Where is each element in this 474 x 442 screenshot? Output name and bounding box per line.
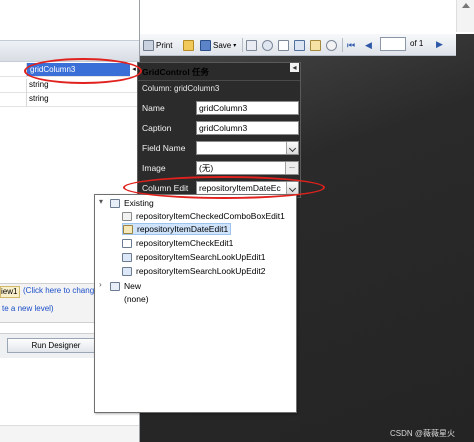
name-label: Name [142, 103, 165, 113]
row-indicator [0, 63, 27, 77]
item-label: repositoryItemCheckEdit1 [136, 238, 234, 248]
new-label: New [124, 281, 142, 291]
open-button[interactable] [183, 37, 196, 53]
date-edit-icon [123, 224, 133, 234]
list-item-none[interactable]: (none) [124, 293, 149, 305]
expand-icon[interactable]: › [99, 280, 107, 290]
grid-cell: string [29, 94, 49, 103]
annotation-ellipse [24, 58, 142, 84]
list-item[interactable]: repositoryItemSearchLookUpEdit1 [122, 251, 265, 263]
top-blank-area [140, 0, 474, 34]
toolbar-separator [242, 38, 243, 52]
tasks-title: GridControl 任务 [142, 67, 210, 77]
search-icon [262, 39, 273, 51]
list-item-selected[interactable]: repositoryItemDateEdit1 [122, 223, 232, 235]
page-count: of 1 [410, 39, 424, 48]
tasks-subtitle: Column: gridColumn3 [142, 84, 220, 93]
annotation-ellipse [123, 176, 325, 199]
page-icon [278, 39, 289, 51]
collapse-icon[interactable]: ▾ [99, 197, 107, 207]
pencil-icon [310, 39, 321, 51]
vertical-scrollbar[interactable] [456, 0, 474, 32]
image-field[interactable]: (无) ... [196, 161, 299, 175]
folder-icon [110, 281, 120, 291]
item-label: repositoryItemCheckedComboBoxEdit1 [136, 211, 285, 221]
save-label: Save [213, 40, 232, 50]
first-page-icon[interactable]: ⏮ [347, 37, 355, 53]
find-button[interactable] [262, 37, 275, 53]
zoom-button[interactable] [326, 37, 339, 53]
image-value: (无) [199, 163, 214, 173]
list-item[interactable]: repositoryItemSearchLookUpEdit2 [122, 265, 265, 277]
list-item[interactable]: repositoryItemCheckedComboBoxEdit1 [122, 210, 285, 222]
item-label: repositoryItemDateEdit1 [137, 224, 229, 234]
tasks-divider [138, 80, 300, 81]
envelope-icon [246, 39, 257, 51]
floppy-disk-icon [200, 39, 211, 51]
prev-page-icon[interactable]: ◀ [365, 37, 372, 53]
grid-cell: string [29, 80, 49, 89]
edit-button[interactable] [310, 37, 323, 53]
scroll-up-icon[interactable] [462, 3, 470, 8]
image-label: Image [142, 163, 166, 173]
item-label: repositoryItemSearchLookUpEdit2 [136, 266, 266, 276]
checked-combobox-icon [122, 211, 132, 221]
checkbox-icon [122, 238, 132, 248]
field-name-label: Field Name [142, 143, 186, 153]
name-field[interactable]: gridColumn3 [196, 101, 299, 115]
existing-label: Existing [124, 198, 154, 208]
next-page-icon[interactable]: ▶ [436, 39, 443, 50]
view-button[interactable] [278, 37, 291, 53]
watermark: CSDN @薇薇星火 [390, 429, 456, 438]
print-button[interactable]: Print [143, 37, 172, 53]
row-indicator [0, 93, 27, 107]
ellipsis-button[interactable]: ... [285, 162, 298, 174]
tree-node-new[interactable]: New [110, 280, 141, 292]
grid-row[interactable]: string [0, 93, 140, 107]
folder-icon [183, 39, 194, 51]
change-level-link[interactable]: (Click here to chang [23, 286, 94, 295]
search-lookup-icon [122, 266, 132, 276]
columns-icon [294, 39, 305, 51]
search-lookup-icon [122, 252, 132, 262]
caption-field[interactable]: gridColumn3 [196, 121, 299, 135]
chevron-down-icon[interactable] [286, 142, 298, 154]
caption-label: Caption [142, 123, 172, 133]
level-chip[interactable]: iew1 [0, 286, 20, 298]
save-button[interactable]: Save ▾ [200, 37, 236, 53]
folder-open-icon [110, 198, 120, 208]
zoom-icon [326, 39, 337, 51]
create-level-link[interactable]: te a new level) [2, 304, 54, 313]
none-label: (none) [124, 294, 149, 304]
item-label: repositoryItemSearchLookUpEdit1 [136, 252, 266, 262]
close-icon[interactable]: ◂ [290, 63, 299, 72]
printer-icon [143, 39, 154, 51]
chevron-down-icon[interactable]: ▾ [233, 42, 236, 49]
row-indicator [0, 79, 27, 93]
field-name-select[interactable] [196, 141, 299, 155]
run-designer-button[interactable]: Run Designer [7, 338, 105, 353]
print-toolbar: Print Save ▾ ⏮ ◀ [140, 34, 456, 56]
toolbar-separator [342, 38, 343, 52]
horizontal-scrollbar[interactable] [0, 425, 140, 442]
email-button[interactable] [246, 37, 259, 53]
page-number-input[interactable] [380, 37, 406, 51]
print-label: Print [156, 40, 173, 50]
layout-button[interactable] [294, 37, 307, 53]
tree-node-existing[interactable]: Existing [110, 197, 154, 209]
list-item[interactable]: repositoryItemCheckEdit1 [122, 237, 233, 249]
